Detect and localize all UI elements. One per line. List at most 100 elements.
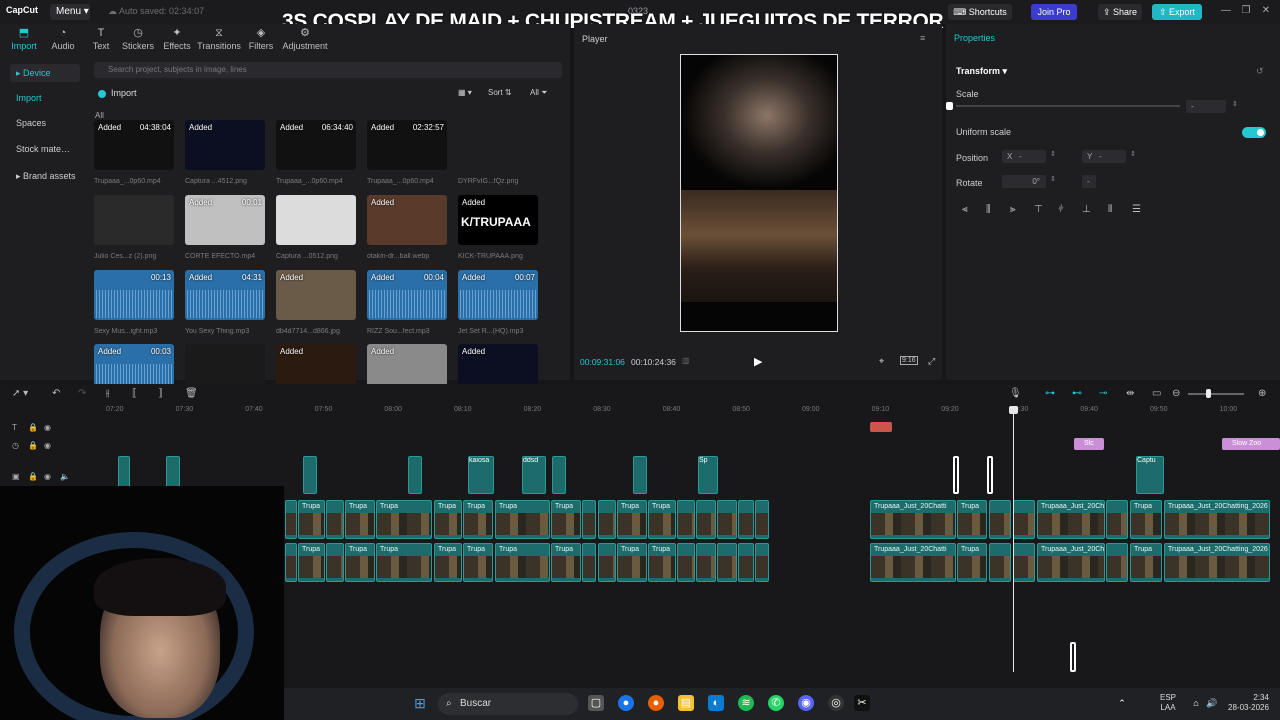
shortcuts-button[interactable]: ⌨ Shortcuts — [948, 4, 1012, 20]
video-clip[interactable]: Trupa — [495, 500, 550, 539]
video-clip[interactable]: Trupaaa_Just_20Chatting_2026 — [1164, 543, 1270, 582]
overlay-clip[interactable]: Captu — [1136, 456, 1164, 494]
fit-screen-icon[interactable]: ⌖ — [879, 356, 884, 367]
media-tile[interactable]: Added 00:07 — [458, 270, 538, 320]
playhead-handle[interactable] — [1009, 406, 1018, 414]
windows-start-icon[interactable]: ⊞ — [412, 695, 428, 711]
media-tile[interactable]: Added 00:04 — [367, 270, 447, 320]
eye-icon[interactable]: ◉ — [44, 472, 51, 481]
maximize-icon[interactable]: ❐ — [1240, 5, 1252, 17]
minimize-icon[interactable]: — — [1220, 5, 1232, 17]
nav-device[interactable]: ▸ Device — [10, 64, 80, 82]
video-clip[interactable] — [696, 500, 716, 539]
video-clip[interactable] — [989, 500, 1011, 539]
redo-icon[interactable]: ↷ — [78, 388, 86, 399]
align-left-icon[interactable]: ⫷ — [962, 204, 968, 215]
lock-icon[interactable]: 🔒 — [28, 423, 38, 432]
split-icon[interactable]: ⫲ — [106, 388, 109, 399]
nav-brand-assets[interactable]: ▸ Brand assets — [10, 167, 80, 185]
tab-text[interactable]: T Text — [86, 24, 116, 54]
tab-import[interactable]: ⬒ Import — [6, 24, 42, 54]
tab-effects[interactable]: ✦ Effects — [160, 24, 194, 54]
rotate-flip-button[interactable]: - — [1082, 175, 1096, 188]
video-clip[interactable] — [285, 500, 297, 539]
video-clip[interactable] — [717, 543, 737, 582]
media-tile[interactable]: Added 02:32:57 — [367, 120, 447, 170]
tray-chevron-icon[interactable]: ⌃ — [1114, 695, 1130, 711]
task-view-icon[interactable]: ▢ — [588, 695, 604, 711]
distribute-h-icon[interactable]: ⫴ — [1108, 204, 1112, 215]
video-clip[interactable]: Trupa — [463, 543, 493, 582]
firefox-icon[interactable]: ● — [648, 695, 664, 711]
play-button[interactable]: ▶ — [754, 355, 762, 368]
scale-input[interactable]: - — [1186, 100, 1226, 113]
overlay-clip[interactable] — [633, 456, 647, 494]
transform-section-title[interactable]: Transform ▾ — [956, 66, 1007, 77]
media-tile[interactable]: Added — [276, 270, 356, 320]
sort-button[interactable]: Sort ⇅ — [484, 86, 516, 100]
media-tile[interactable]: 00:13 — [94, 270, 174, 320]
video-clip[interactable] — [696, 543, 716, 582]
video-clip[interactable]: Trupa — [463, 500, 493, 539]
video-clip[interactable]: Trupa — [957, 543, 987, 582]
video-clip[interactable]: Trupaaa_Just_20Chatti — [870, 543, 956, 582]
video-clip[interactable]: Trupa — [298, 500, 325, 539]
media-tile[interactable] — [276, 195, 356, 245]
media-tile[interactable]: Added 04:31 — [185, 270, 265, 320]
media-tile[interactable]: Added 06:34:40 — [276, 120, 356, 170]
video-clip[interactable]: Trupa — [376, 500, 432, 539]
zoom-slider[interactable] — [1188, 393, 1244, 395]
link-icon[interactable]: ⊶ — [1045, 388, 1055, 399]
taskbar-clock[interactable]: 2:34 28-03-2026 — [1228, 693, 1269, 713]
align-center-v-icon[interactable]: ⫩ — [1058, 204, 1064, 215]
align-center-h-icon[interactable]: ⫼ — [986, 204, 991, 215]
video-clip[interactable]: Trupaaa_Just_20Chatting_2026 — [1164, 500, 1270, 539]
video-clip[interactable] — [582, 543, 596, 582]
overlay-clip[interactable]: ddsd — [522, 456, 546, 494]
video-clip[interactable] — [755, 500, 769, 539]
align-top-icon[interactable]: ⊤ — [1034, 204, 1043, 215]
microphone-icon[interactable]: 🎙 — [1009, 388, 1022, 399]
video-clip[interactable] — [1013, 543, 1035, 582]
media-tile[interactable] — [458, 120, 538, 170]
video-clip[interactable]: Trupa — [617, 500, 647, 539]
video-clip[interactable] — [598, 543, 616, 582]
media-tile[interactable]: K/TRUPAAA Added — [458, 195, 538, 245]
position-x-stepper-icon[interactable]: ⇕ — [1050, 150, 1056, 158]
video-clip[interactable]: Trupa — [617, 543, 647, 582]
timeline-ruler[interactable]: 07:20 07:30 07:40 07:50 08:00 08:10 08:20 08:30… — [84, 404, 1280, 418]
playhead[interactable] — [1013, 410, 1014, 672]
zoom-slider-knob[interactable] — [1206, 389, 1211, 398]
video-clip[interactable]: Trupa — [648, 500, 676, 539]
video-clip[interactable]: Trupa — [434, 500, 462, 539]
video-clip[interactable] — [755, 543, 769, 582]
share-button[interactable]: ⇪ Share — [1098, 4, 1142, 20]
menu-button[interactable]: Menu ▾ — [50, 4, 90, 20]
scale-stepper-icon[interactable]: ⇕ — [1232, 100, 1238, 108]
effect-clip[interactable]: Slow Zoo — [1222, 438, 1280, 450]
video-clip[interactable] — [598, 500, 616, 539]
video-clip[interactable] — [989, 543, 1011, 582]
whatsapp-icon[interactable]: ✆ — [768, 695, 784, 711]
edge-icon[interactable]: ◐ — [708, 695, 724, 711]
undo-icon[interactable]: ↶ — [52, 388, 60, 399]
video-preview[interactable] — [680, 54, 838, 332]
position-y-stepper-icon[interactable]: ⇕ — [1130, 150, 1136, 158]
video-clip[interactable]: Trupa — [957, 500, 987, 539]
effect-clip[interactable]: Slc — [1074, 438, 1104, 450]
tab-audio[interactable]: ◔ Audio — [46, 24, 80, 54]
search-input[interactable]: Search project, subjects in image, lines — [94, 62, 562, 78]
video-clip[interactable]: Trupa — [345, 543, 375, 582]
overlay-clip[interactable] — [408, 456, 422, 494]
video-clip[interactable] — [326, 543, 344, 582]
network-icon[interactable]: ⌂ — [1188, 695, 1204, 711]
rotate-input[interactable]: 0° — [1002, 175, 1046, 188]
video-clip[interactable] — [738, 500, 754, 539]
video-clip[interactable] — [285, 543, 297, 582]
preview-axis-icon[interactable]: ⇹ — [1126, 388, 1134, 399]
capcut-icon[interactable]: ✂ — [854, 695, 870, 711]
video-clip[interactable] — [677, 543, 695, 582]
distribute-v-icon[interactable]: ☰ — [1132, 204, 1141, 215]
media-tile[interactable]: Added 04:38:04 — [94, 120, 174, 170]
discord-icon[interactable]: ◉ — [798, 695, 814, 711]
